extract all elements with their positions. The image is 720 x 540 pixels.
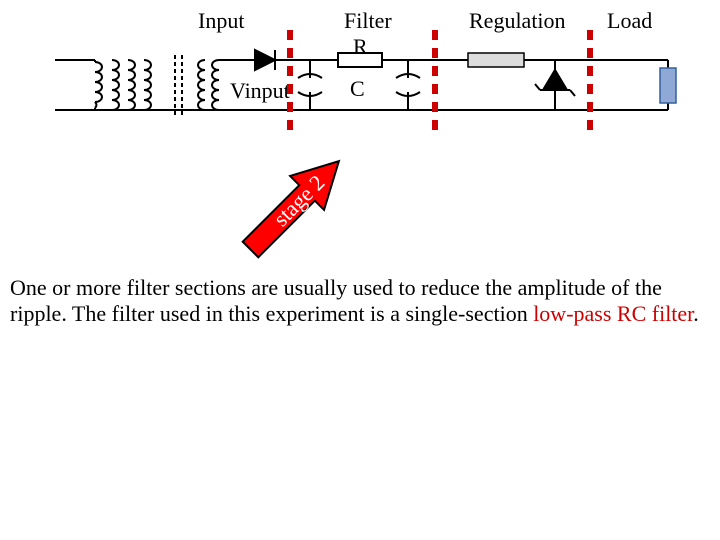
stage-arrow: stage 2 — [234, 144, 356, 260]
regulator-block-icon — [468, 53, 524, 67]
capacitor-icon-2 — [396, 60, 420, 110]
section-dividers — [290, 30, 590, 130]
description-lowpass: low-pass RC filter — [533, 301, 693, 326]
resistor-icon — [332, 53, 388, 67]
diode-icon — [248, 50, 279, 70]
diagram-stage: Input Filter Regulation Load R C Vinput — [0, 0, 720, 540]
capacitor-icon-1 — [298, 60, 322, 110]
transformer-icon — [95, 55, 248, 115]
description-paragraph: One or more filter sections are usually … — [10, 275, 710, 327]
circuit-diagram: stage 2 — [0, 0, 720, 260]
description-text-2: . — [693, 301, 699, 326]
zener-diode-icon — [535, 60, 575, 110]
load-icon — [660, 68, 676, 103]
